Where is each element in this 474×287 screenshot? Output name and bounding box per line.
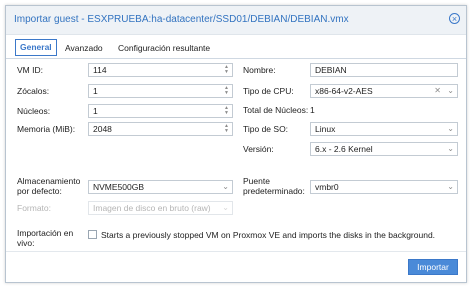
format-select: Imagen de disco en bruto (raw) ⌄ — [88, 201, 233, 215]
format-value: Imagen de disco en bruto (raw) — [93, 203, 211, 213]
os-type-select[interactable]: Linux ⌄ — [310, 122, 458, 136]
memory-input[interactable]: 2048 ▲ ▼ — [88, 122, 233, 136]
chevron-down-icon[interactable]: ⌄ — [222, 181, 229, 193]
clear-icon[interactable]: ✕ — [434, 85, 441, 97]
total-cores-label: Total de Núcleos: — [243, 105, 309, 115]
spinner-icon[interactable]: ▲ ▼ — [223, 65, 230, 75]
memory-value: 2048 — [93, 124, 112, 134]
import-button[interactable]: Importar — [408, 259, 458, 275]
memory-label: Memoria (MiB): — [17, 124, 76, 134]
chevron-down-icon: ⌄ — [222, 203, 229, 212]
bridge-label-line1: Puente — [243, 176, 270, 186]
chevron-down-icon[interactable]: ⌄ — [447, 181, 454, 193]
live-import-label: Importación en vivo: — [17, 228, 73, 248]
sockets-value: 1 — [93, 86, 98, 96]
storage-label: Almacenamiento por defecto: — [17, 176, 80, 196]
vmid-input[interactable]: 114 ▲ ▼ — [88, 63, 233, 77]
bridge-label-line2: predeterminado: — [243, 186, 305, 196]
bridge-label: Puente predeterminado: — [243, 176, 305, 196]
tab-general[interactable]: General — [15, 39, 57, 56]
live-import-checkbox[interactable] — [88, 230, 97, 239]
storage-select[interactable]: NVME500GB ⌄ — [88, 180, 233, 194]
cores-input[interactable]: 1 ▲ ▼ — [88, 104, 233, 118]
cores-label: Núcleos: — [17, 106, 51, 116]
vmid-value: 114 — [93, 65, 107, 75]
cpu-type-value: x86-64-v2-AES — [315, 86, 373, 96]
live-import-label-line1: Importación en — [17, 228, 74, 238]
dialog-titlebar: Importar guest - ESXPRUEBA:ha-datacenter… — [6, 6, 466, 35]
vmid-label: VM ID: — [17, 65, 43, 75]
bridge-select[interactable]: vmbr0 ⌄ — [310, 180, 458, 194]
name-input[interactable]: DEBIAN — [310, 63, 458, 77]
close-icon[interactable]: × — [449, 13, 460, 24]
dialog-footer: Importar — [6, 251, 466, 282]
spinner-icon[interactable]: ▲ ▼ — [223, 106, 230, 116]
spinner-icon[interactable]: ▲ ▼ — [223, 124, 230, 134]
spinner-icon[interactable]: ▲ ▼ — [223, 86, 230, 96]
storage-value: NVME500GB — [93, 182, 145, 192]
os-version-value: 6.x - 2.6 Kernel — [315, 144, 373, 154]
total-cores-value: 1 — [310, 105, 315, 115]
sockets-input[interactable]: 1 ▲ ▼ — [88, 84, 233, 98]
os-type-label: Tipo de SO: — [243, 124, 289, 134]
sockets-label: Zócalos: — [17, 86, 50, 96]
os-type-value: Linux — [315, 124, 336, 134]
chevron-down-icon[interactable]: ⌄ — [447, 85, 454, 97]
os-version-select[interactable]: 6.x - 2.6 Kernel ⌄ — [310, 142, 458, 156]
chevron-down-icon[interactable]: ⌄ — [447, 143, 454, 155]
storage-label-line2: por defecto: — [17, 186, 62, 196]
name-label: Nombre: — [243, 65, 276, 75]
format-label: Formato: — [17, 203, 52, 213]
live-import-description: Starts a previously stopped VM on Proxmo… — [101, 230, 436, 240]
tab-advanced[interactable]: Avanzado — [61, 40, 107, 57]
tab-bar: General Avanzado Configuración resultant… — [6, 34, 466, 59]
import-guest-dialog: Importar guest - ESXPRUEBA:ha-datacenter… — [5, 5, 467, 283]
storage-label-line1: Almacenamiento — [17, 176, 81, 186]
tab-resulting-config[interactable]: Configuración resultante — [114, 40, 214, 57]
chevron-down-icon[interactable]: ⌄ — [447, 123, 454, 135]
cpu-type-select[interactable]: x86-64-v2-AES ✕ ⌄ — [310, 84, 458, 98]
os-version-label: Versión: — [243, 144, 274, 154]
live-import-label-line2: vivo: — [17, 238, 35, 248]
dialog-title: Importar guest - ESXPRUEBA:ha-datacenter… — [14, 14, 349, 25]
name-value: DEBIAN — [315, 65, 347, 75]
cpu-type-label: Tipo de CPU: — [243, 86, 294, 96]
cores-value: 1 — [93, 106, 98, 116]
bridge-value: vmbr0 — [315, 182, 339, 192]
